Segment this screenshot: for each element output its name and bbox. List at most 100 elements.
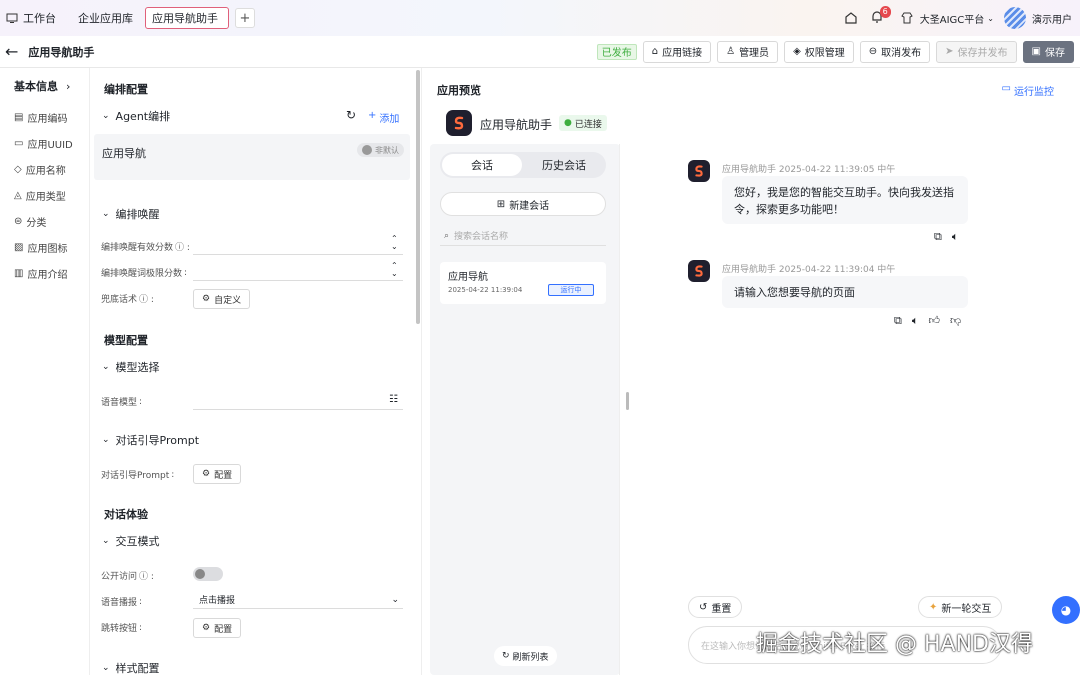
- thumbs-up-icon[interactable]: 👍︎: [928, 314, 940, 328]
- message-meta: 应用导航助手 2025-04-22 11:39:04 中午: [722, 265, 896, 275]
- chevron-down-icon: ⌄: [102, 663, 110, 673]
- run-monitor-link[interactable]: ▭ 运行监控: [1002, 83, 1054, 98]
- minus-circle-icon: ⊖: [868, 46, 878, 57]
- chevron-down-icon: ⌄: [102, 435, 110, 445]
- nav-title-label: 基本信息: [14, 80, 58, 93]
- nav-item-app-type[interactable]: ◬ 应用类型: [0, 182, 89, 208]
- button-label: 取消发布: [881, 48, 922, 59]
- interact-section-toggle[interactable]: ⌄ 交互模式: [102, 533, 160, 549]
- button-label: 配置: [214, 470, 233, 481]
- nav-item-label: 应用UUID: [27, 139, 73, 151]
- tab-label: 应用导航助手: [152, 12, 218, 25]
- image-icon: ▨: [14, 241, 24, 253]
- field-label: 语音模型: [101, 398, 138, 408]
- home-icon[interactable]: [844, 11, 858, 25]
- field-label: 编排唤醒词极限分数: [101, 269, 183, 279]
- nav-item-app-icon[interactable]: ▨ 应用图标: [0, 234, 89, 260]
- model-config-title: 模型配置: [104, 334, 148, 347]
- picker-icon[interactable]: ☷: [389, 394, 398, 405]
- workbench-tab[interactable]: 工作台: [0, 7, 62, 29]
- tab-history[interactable]: 历史会话: [524, 154, 604, 176]
- new-chat-button[interactable]: ⊞ 新建会话: [440, 192, 606, 216]
- avatar[interactable]: [1004, 7, 1026, 29]
- platform-icon: [901, 12, 913, 24]
- admin-button[interactable]: ♙ 管理员: [717, 40, 779, 63]
- app-header: ← 应用导航助手 已发布 ⌂ 应用链接 ♙ 管理员 ◈ 权限管理 ⊖ 取消发布 ➤ 保存并…: [0, 36, 1080, 68]
- id-icon: ▭: [14, 137, 24, 149]
- tab-label: 企业应用库: [78, 12, 133, 25]
- config-scrollbar[interactable]: [416, 70, 420, 324]
- nav-title[interactable]: 基本信息 ›: [0, 68, 89, 104]
- chevron-down-icon: ⌄: [987, 13, 994, 23]
- session-search[interactable]: ⌕ 搜索会话名称: [440, 226, 606, 246]
- nav-item-label: 应用类型: [25, 191, 66, 203]
- style-section-toggle[interactable]: ⌄ 样式配置: [102, 660, 160, 675]
- field-label: 编排唤醒有效分数: [101, 243, 174, 253]
- tab-app-nav-assistant[interactable]: 应用导航助手: [145, 7, 229, 29]
- copy-icon[interactable]: ⧉: [894, 314, 902, 328]
- notification-button[interactable]: 6: [870, 5, 891, 27]
- voice-broadcast-label: 语音播报:: [101, 595, 142, 609]
- default-toggle[interactable]: 非默认: [357, 143, 404, 157]
- jump-config-button[interactable]: ⚙ 配置: [193, 618, 242, 638]
- nav-item-category[interactable]: ⊜ 分类: [0, 208, 89, 234]
- model-section-toggle[interactable]: ⌄ 模型选择: [102, 359, 160, 375]
- voice-model-label: 语音模型:: [101, 395, 142, 409]
- app-link-button[interactable]: ⌂ 应用链接: [642, 40, 712, 63]
- assistant-message: 您好，我是您的智能交互助手。快向我发送指 令，探索更多功能吧！: [722, 176, 968, 224]
- tab-label: 会话: [471, 159, 493, 172]
- message-meta: 应用导航助手 2025-04-22 11:39:05 中午: [722, 165, 896, 175]
- badge-label: 已连接: [574, 119, 602, 130]
- add-tab-button[interactable]: +: [235, 8, 255, 28]
- thumbs-down-icon[interactable]: 👎︎: [950, 314, 961, 328]
- fallback-label: 兜底话术 ⓘ :: [101, 292, 154, 305]
- assistant-float-button[interactable]: ◕: [1052, 596, 1080, 624]
- new-round-button[interactable]: ✦ 新一轮交互: [918, 596, 1003, 618]
- stepper-icon[interactable]: ⌃ ⌄: [391, 235, 398, 251]
- speaker-icon[interactable]: 🔈︎: [912, 314, 919, 328]
- save-button[interactable]: ▣ 保存: [1022, 40, 1074, 63]
- wake-threshold-label: 编排唤醒有效分数 ⓘ :: [101, 240, 190, 253]
- chevron-right-icon: ›: [66, 79, 71, 93]
- info-doc-icon: ▥: [14, 267, 24, 279]
- link-icon: ⌂: [651, 46, 659, 57]
- nav-item-app-name[interactable]: ◇ 应用名称: [0, 156, 89, 182]
- save-publish-button[interactable]: ➤ 保存并发布: [936, 40, 1017, 63]
- chevron-down-icon: ⌄: [102, 111, 110, 121]
- preview-panel: 应用预览 ▭ 运行监控 应用导航助手 ● 已连接 会话 历史会话 ⊞ 新建会话 ⌕ 搜…: [422, 68, 1080, 675]
- panel-divider: [619, 144, 620, 675]
- stepper-icon[interactable]: ⌃ ⌄: [391, 262, 398, 278]
- back-arrow-icon[interactable]: ←: [5, 42, 18, 61]
- nav-item-app-uuid[interactable]: ▭ 应用UUID: [0, 130, 89, 156]
- agent-section-toggle[interactable]: ⌄ Agent编排: [102, 108, 170, 124]
- user-name[interactable]: 演示用户: [1032, 11, 1072, 26]
- reset-button[interactable]: ↺ 重置: [688, 596, 743, 618]
- speaker-icon[interactable]: 🔈︎: [952, 230, 959, 244]
- permission-button[interactable]: ◈ 权限管理: [784, 40, 854, 63]
- copy-icon[interactable]: ⧉: [934, 230, 942, 244]
- wake-section-toggle[interactable]: ⌄ 编排唤醒: [102, 206, 160, 222]
- tab-chat[interactable]: 会话: [442, 154, 522, 176]
- voice-broadcast-select[interactable]: 点击播报 ⌄: [193, 591, 403, 609]
- message-line: 您好，我是您的智能交互助手。快向我发送指: [734, 186, 954, 199]
- agent-card[interactable]: 应用导航 非默认: [94, 134, 410, 180]
- refresh-list-button[interactable]: ↻ 刷新列表: [494, 646, 557, 666]
- monitor-icon: ▭: [1001, 83, 1011, 94]
- add-agent-button[interactable]: + 添加: [368, 110, 399, 125]
- section-label: 编排唤醒: [115, 208, 160, 221]
- session-item[interactable]: 应用导航 2025-04-22 11:39:04 运行中: [440, 262, 606, 304]
- platform-selector[interactable]: 大圣AIGC平台: [920, 11, 985, 26]
- resize-handle[interactable]: [626, 392, 629, 410]
- button-label: 管理员: [739, 48, 770, 59]
- nav-item-app-code[interactable]: ▤ 应用编码: [0, 104, 89, 130]
- nav-item-app-intro[interactable]: ▥ 应用介绍: [0, 260, 89, 286]
- refresh-icon[interactable]: ↻: [346, 108, 356, 122]
- prompt-config-button[interactable]: ⚙ 配置: [193, 464, 242, 484]
- custom-button[interactable]: ⚙ 自定义: [193, 289, 251, 309]
- public-access-toggle[interactable]: [193, 567, 223, 581]
- unpublish-button[interactable]: ⊖ 取消发布: [859, 40, 931, 63]
- toggle-knob: [195, 569, 205, 579]
- message-line: 令，探索更多功能吧！: [734, 203, 844, 216]
- tab-enterprise-apps[interactable]: 企业应用库: [72, 7, 139, 29]
- prompt-section-toggle[interactable]: ⌄ 对话引导Prompt: [102, 432, 199, 448]
